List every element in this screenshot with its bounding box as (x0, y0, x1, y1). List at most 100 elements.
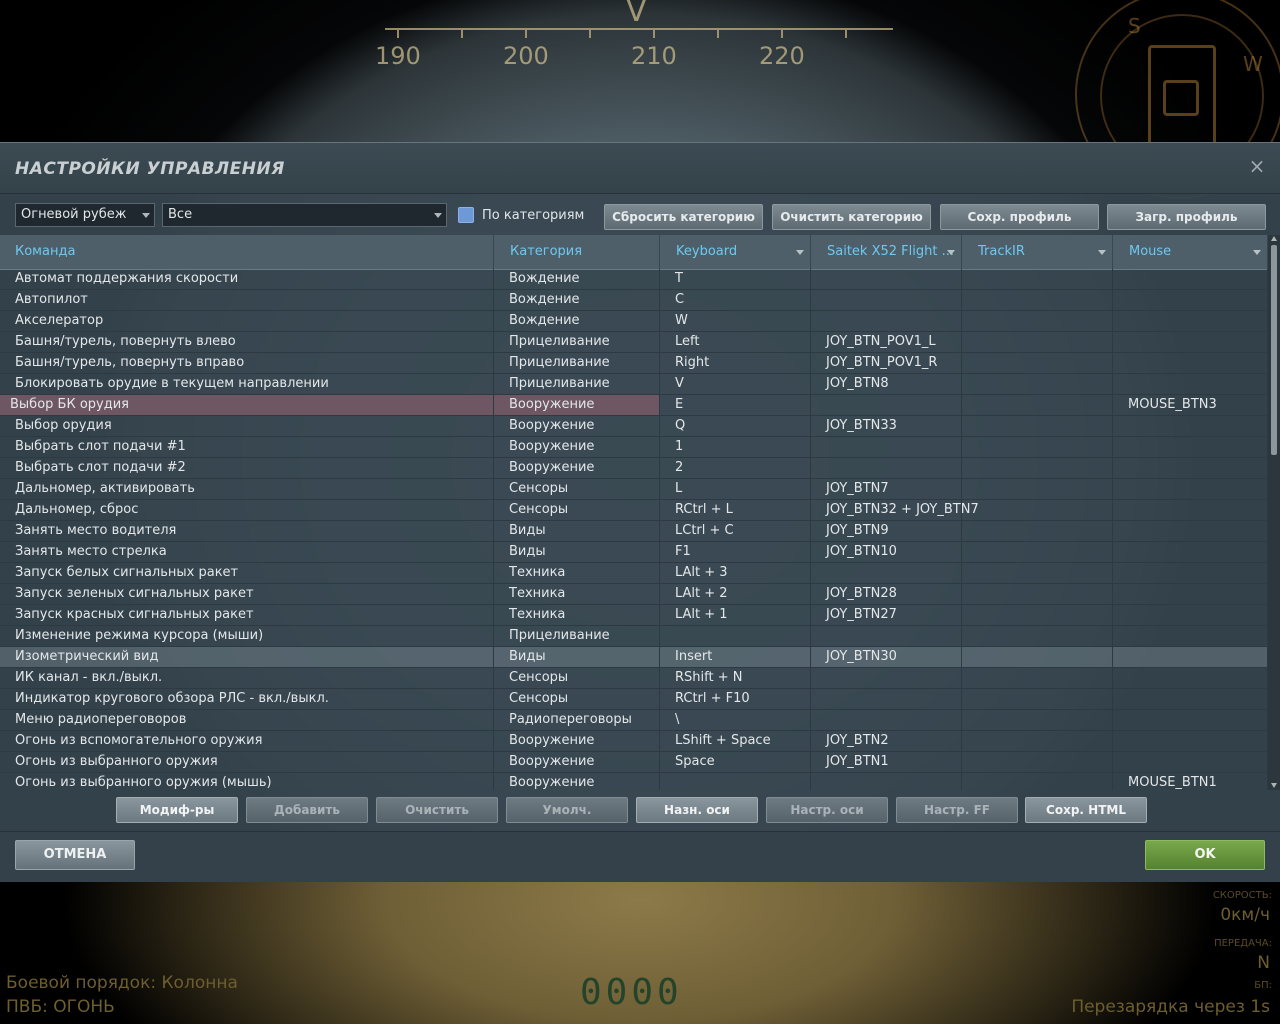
cell-trackir[interactable] (962, 752, 1113, 772)
table-row[interactable]: Огонь из выбранного оружия Вооружение Spac… (0, 752, 1268, 773)
clear-category-button[interactable]: Очистить категорию (772, 204, 931, 230)
cell-mouse[interactable] (1113, 458, 1268, 478)
save-html-button[interactable]: Сохр. HTML (1025, 797, 1147, 823)
table-row[interactable]: Автомат поддержания скорости Вождение T (0, 269, 1268, 290)
cell-trackir[interactable] (962, 290, 1113, 310)
cell-keyboard[interactable]: RCtrl + F10 (660, 689, 811, 709)
cell-keyboard[interactable]: Right (660, 353, 811, 373)
cell-trackir[interactable] (962, 584, 1113, 604)
modifiers-button[interactable]: Модиф-ры (116, 797, 238, 823)
table-row[interactable]: Запуск белых сигнальных ракет Техника LAlt… (0, 563, 1268, 584)
reset-category-button[interactable]: Сбросить категорию (604, 204, 763, 230)
cell-joystick[interactable] (811, 710, 962, 730)
table-row[interactable]: Изометрический вид Виды Insert JOY_BTN30 (0, 647, 1268, 668)
table-row[interactable]: Блокировать орудие в текущем направлении… (0, 374, 1268, 395)
cell-mouse[interactable] (1113, 311, 1268, 331)
cell-keyboard[interactable]: Insert (660, 647, 811, 667)
cell-joystick[interactable]: JOY_BTN8 (811, 374, 962, 394)
cell-mouse[interactable] (1113, 290, 1268, 310)
cell-joystick[interactable] (811, 668, 962, 688)
default-button[interactable]: Умолч. (506, 797, 628, 823)
cell-joystick[interactable] (811, 269, 962, 289)
cell-trackir[interactable] (962, 269, 1113, 289)
cell-trackir[interactable] (962, 521, 1113, 541)
cell-keyboard[interactable]: 1 (660, 437, 811, 457)
column-header-mouse[interactable]: Mouse (1113, 235, 1268, 269)
column-header-keyboard[interactable]: Keyboard (660, 235, 811, 269)
cell-mouse[interactable] (1113, 563, 1268, 583)
table-row[interactable]: Башня/турель, повернуть вправо Прицеливан… (0, 353, 1268, 374)
cell-trackir[interactable] (962, 647, 1113, 667)
table-row[interactable]: Запуск красных сигнальных ракет Техника LA… (0, 605, 1268, 626)
by-category-checkbox[interactable] (458, 207, 474, 223)
cell-keyboard[interactable]: E (660, 395, 811, 415)
cell-mouse[interactable] (1113, 374, 1268, 394)
cell-keyboard[interactable] (660, 626, 811, 646)
cell-joystick[interactable] (811, 773, 962, 790)
load-profile-button[interactable]: Загр. профиль (1107, 204, 1266, 230)
cell-mouse[interactable] (1113, 521, 1268, 541)
cell-joystick[interactable]: JOY_BTN_POV1_L (811, 332, 962, 352)
cell-joystick[interactable]: JOY_BTN2 (811, 731, 962, 751)
cell-joystick[interactable]: JOY_BTN1 (811, 752, 962, 772)
cell-keyboard[interactable]: L (660, 479, 811, 499)
cell-mouse[interactable] (1113, 437, 1268, 457)
table-row[interactable]: Автопилот Вождение C (0, 290, 1268, 311)
table-row[interactable]: ИК канал - вкл./выкл. Сенсоры RShift + N (0, 668, 1268, 689)
cell-trackir[interactable] (962, 311, 1113, 331)
cell-mouse[interactable] (1113, 416, 1268, 436)
cell-mouse[interactable] (1113, 689, 1268, 709)
cell-joystick[interactable]: JOY_BTN33 (811, 416, 962, 436)
cell-joystick[interactable]: JOY_BTN28 (811, 584, 962, 604)
cell-trackir[interactable] (962, 626, 1113, 646)
cell-joystick[interactable] (811, 563, 962, 583)
cell-trackir[interactable] (962, 773, 1113, 790)
cell-mouse[interactable] (1113, 500, 1268, 520)
cell-keyboard[interactable]: Left (660, 332, 811, 352)
cell-keyboard[interactable]: V (660, 374, 811, 394)
cell-keyboard[interactable]: LShift + Space (660, 731, 811, 751)
cell-trackir[interactable] (962, 668, 1113, 688)
cell-mouse[interactable]: MOUSE_BTN1 (1113, 773, 1268, 790)
column-header-trackir[interactable]: TrackIR (962, 235, 1113, 269)
cell-keyboard[interactable]: LCtrl + C (660, 521, 811, 541)
cell-keyboard[interactable]: LAlt + 1 (660, 605, 811, 625)
cell-joystick[interactable]: JOY_BTN9 (811, 521, 962, 541)
cell-trackir[interactable] (962, 479, 1113, 499)
cell-keyboard[interactable] (660, 773, 811, 790)
table-row[interactable]: Башня/турель, повернуть влево Прицеливани… (0, 332, 1268, 353)
table-scrollbar[interactable] (1268, 235, 1280, 790)
table-row[interactable]: Дальномер, сброс Сенсоры RCtrl + L JOY_BTN3… (0, 500, 1268, 521)
cell-mouse[interactable] (1113, 710, 1268, 730)
cell-trackir[interactable] (962, 332, 1113, 352)
cell-keyboard[interactable]: C (660, 290, 811, 310)
cell-keyboard[interactable]: LAlt + 2 (660, 584, 811, 604)
cell-mouse[interactable] (1113, 752, 1268, 772)
cell-joystick[interactable] (811, 458, 962, 478)
cell-keyboard[interactable]: 2 (660, 458, 811, 478)
assign-axes-button[interactable]: Назн. оси (636, 797, 758, 823)
table-row[interactable]: Выбор БК орудия Вооружение E MOUSE_BTN3 (0, 395, 1268, 416)
cell-mouse[interactable] (1113, 479, 1268, 499)
cell-mouse[interactable] (1113, 353, 1268, 373)
cell-joystick[interactable]: JOY_BTN32 + JOY_BTN7 (811, 500, 979, 520)
cell-joystick[interactable] (811, 290, 962, 310)
table-row[interactable]: Огонь из вспомогательного оружия Вооружен… (0, 731, 1268, 752)
table-row[interactable]: Меню радиопереговоров Радиопереговоры \ (0, 710, 1268, 731)
scroll-up-icon[interactable] (1271, 236, 1277, 241)
cell-trackir[interactable] (962, 689, 1113, 709)
cell-trackir[interactable] (962, 563, 1113, 583)
cell-joystick[interactable] (811, 395, 962, 415)
cell-trackir[interactable] (962, 353, 1113, 373)
cell-keyboard[interactable]: RShift + N (660, 668, 811, 688)
axis-tune-button[interactable]: Настр. оси (766, 797, 888, 823)
cell-keyboard[interactable]: \ (660, 710, 811, 730)
column-header-category[interactable]: Категория (494, 235, 660, 269)
close-icon[interactable]: × (1246, 155, 1268, 177)
category-select[interactable]: Все (162, 203, 447, 227)
cell-joystick[interactable] (811, 311, 962, 331)
cell-trackir[interactable] (962, 710, 1113, 730)
cell-trackir[interactable] (962, 500, 1113, 520)
cell-joystick[interactable] (811, 437, 962, 457)
cell-keyboard[interactable]: F1 (660, 542, 811, 562)
